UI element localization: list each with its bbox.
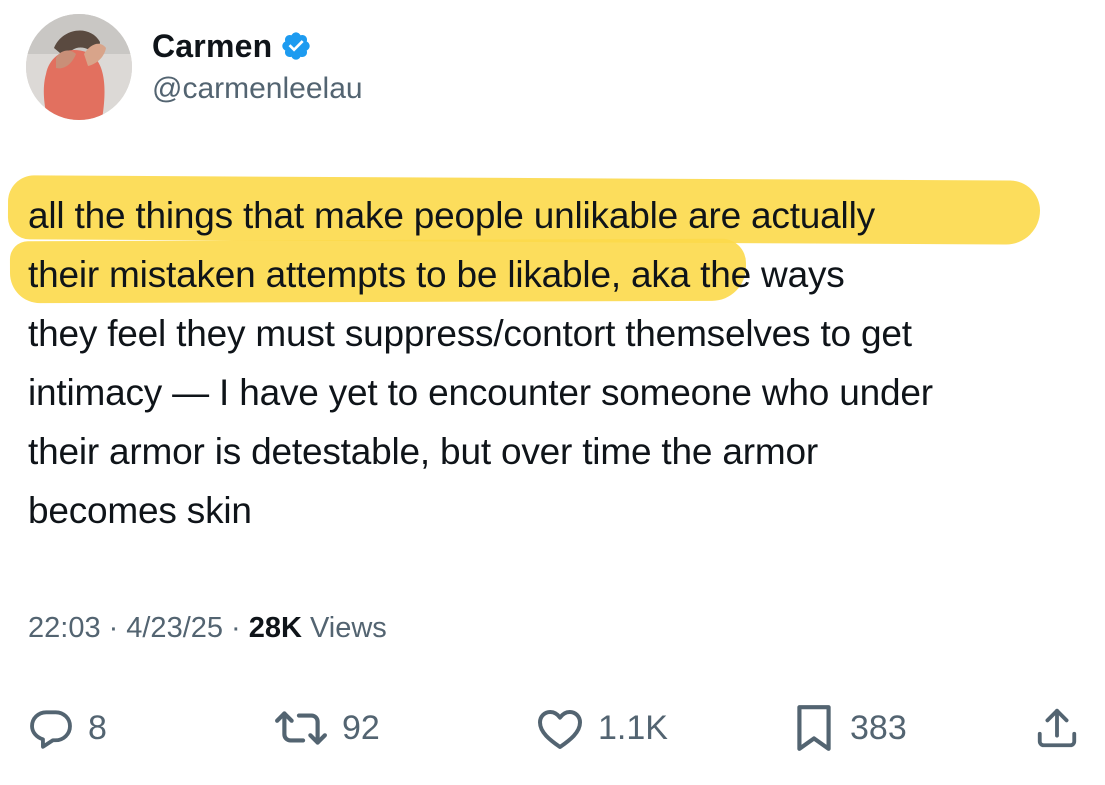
meta-separator: · xyxy=(231,612,241,644)
tweet-time[interactable]: 22:03 xyxy=(28,612,101,644)
meta-separator: · xyxy=(108,612,119,644)
tweet-line: becomes skin xyxy=(28,481,1103,540)
views-label: Views xyxy=(309,612,387,644)
tweet-date[interactable]: 4/23/25 xyxy=(126,612,223,644)
tweet-meta: 22:03 · 4/23/25 · 28K Views xyxy=(28,612,387,645)
tweet-line-rest: , aka the ways xyxy=(610,254,845,295)
tweet-line: they feel they must suppress/contort the… xyxy=(28,304,1103,363)
tweet-line: intimacy — I have yet to encounter someo… xyxy=(28,363,1103,422)
tweet-line-rest: becomes skin xyxy=(28,490,252,531)
tweet-line-rest: intimacy — I have yet to encounter someo… xyxy=(28,372,933,413)
author-name-row: Carmen xyxy=(152,26,312,66)
avatar[interactable] xyxy=(26,14,132,120)
repost-count: 92 xyxy=(342,708,380,747)
tweet-line-rest: their armor is detestable, but over time… xyxy=(28,431,818,472)
reply-count: 8 xyxy=(88,708,107,747)
reply-button[interactable]: 8 xyxy=(28,702,107,754)
bookmark-button[interactable]: 383 xyxy=(792,702,907,754)
verified-badge-icon[interactable] xyxy=(280,30,312,62)
share-icon xyxy=(1037,708,1077,748)
bookmark-icon xyxy=(797,705,831,751)
tweet-line: all the things that make people unlikabl… xyxy=(28,186,1103,245)
tweet-line-highlighted: all the things that make people unlikabl… xyxy=(28,195,875,236)
tweet-line-rest: they feel they must suppress/contort the… xyxy=(28,313,912,354)
like-button[interactable]: 1.1K xyxy=(536,702,668,754)
like-icon xyxy=(538,710,582,749)
like-count: 1.1K xyxy=(598,708,668,747)
author-display-name[interactable]: Carmen xyxy=(152,28,272,65)
author-handle[interactable]: @carmenleelau xyxy=(152,72,363,106)
repost-icon xyxy=(275,711,327,745)
share-button[interactable] xyxy=(1034,702,1080,754)
bookmark-count: 383 xyxy=(850,708,907,747)
tweet-line: their mistaken attempts to be likable, a… xyxy=(28,245,1103,304)
tweet-line-highlighted: their mistaken attempts to be likable xyxy=(28,254,611,295)
profile-photo-icon xyxy=(26,14,132,120)
repost-button[interactable]: 92 xyxy=(274,702,380,754)
views-count: 28K xyxy=(248,612,302,644)
reply-icon xyxy=(30,710,72,749)
tweet-line: their armor is detestable, but over time… xyxy=(28,422,1103,481)
tweet-text: all the things that make people unlikabl… xyxy=(28,186,1103,540)
